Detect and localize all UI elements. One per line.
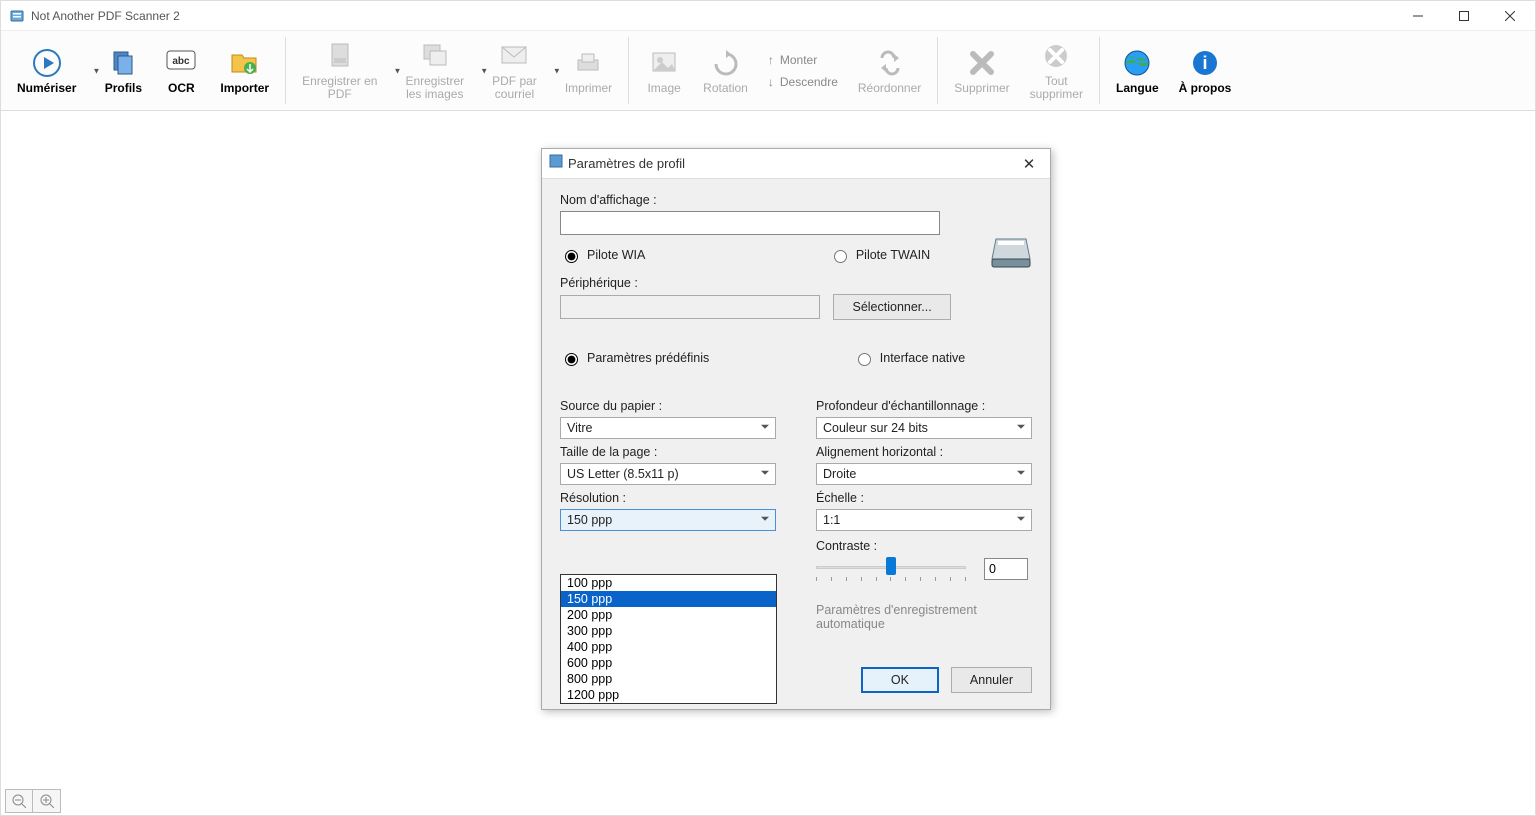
about-button[interactable]: i À propos — [1169, 43, 1242, 99]
paper-source-combo[interactable]: Vitre — [560, 417, 776, 439]
pdf-email-button[interactable]: PDF par courriel ▼ — [482, 36, 555, 105]
move-down-button[interactable]: ↓Descendre — [768, 75, 838, 89]
pdf-icon — [324, 40, 356, 72]
arrow-down-icon: ↓ — [768, 75, 774, 89]
resolution-option[interactable]: 800 ppp — [561, 671, 776, 687]
window-controls — [1395, 2, 1533, 30]
zoom-out-button[interactable] — [5, 789, 33, 813]
globe-icon — [1121, 47, 1153, 79]
page-size-label: Taille de la page : — [560, 445, 776, 459]
profiles-icon — [107, 47, 139, 79]
maximize-button[interactable] — [1441, 2, 1487, 30]
rotate-button[interactable]: Rotation — [693, 43, 758, 99]
dialog-title: Paramètres de profil — [568, 156, 1014, 171]
rotate-icon — [710, 47, 742, 79]
app-icon — [9, 8, 25, 24]
reorder-icon — [874, 47, 906, 79]
save-pdf-button[interactable]: Enregistrer en PDF ▼ — [292, 36, 395, 105]
dialog-icon — [548, 153, 564, 174]
page-size-combo[interactable]: US Letter (8.5x11 p) — [560, 463, 776, 485]
resolution-option[interactable]: 300 ppp — [561, 623, 776, 639]
ocr-icon: abc — [165, 47, 197, 79]
profile-settings-dialog: Paramètres de profil ✕ Nom d'affichage :… — [541, 148, 1051, 710]
resolution-option[interactable]: 400 ppp — [561, 639, 776, 655]
halign-combo[interactable]: Droite — [816, 463, 1032, 485]
print-button[interactable]: Imprimer — [555, 43, 622, 99]
folder-import-icon — [229, 47, 261, 79]
app-window: Not Another PDF Scanner 2 Numériser ▼ Pr… — [0, 0, 1536, 816]
cancel-button[interactable]: Annuler — [951, 667, 1032, 693]
device-field — [560, 295, 820, 319]
resolution-option[interactable]: 100 ppp — [561, 575, 776, 591]
scale-label: Échelle : — [816, 491, 1032, 505]
window-title: Not Another PDF Scanner 2 — [31, 9, 1395, 23]
toolbar: Numériser ▼ Profils abc OCR Importer Enr… — [1, 31, 1535, 111]
halign-label: Alignement horizontal : — [816, 445, 1032, 459]
import-button[interactable]: Importer — [210, 43, 279, 99]
dialog-body: Nom d'affichage : Pilote WIA Pilote TWAI… — [542, 179, 1050, 709]
image-icon — [648, 47, 680, 79]
resolution-label: Résolution : — [560, 491, 776, 505]
resolution-option[interactable]: 150 ppp — [561, 591, 776, 607]
play-icon — [31, 47, 63, 79]
contrast-label: Contraste : — [816, 539, 1032, 553]
language-button[interactable]: Langue — [1106, 43, 1169, 99]
zoom-in-button[interactable] — [33, 789, 61, 813]
resolution-option[interactable]: 1200 ppp — [561, 687, 776, 703]
ocr-button[interactable]: abc OCR — [152, 43, 210, 99]
bit-depth-label: Profondeur d'échantillonnage : — [816, 399, 1032, 413]
contrast-slider[interactable] — [816, 557, 966, 581]
minimize-button[interactable] — [1395, 2, 1441, 30]
delete-icon — [966, 47, 998, 79]
move-group: ↑Monter ↓Descendre — [758, 49, 848, 93]
delete-button[interactable]: Supprimer — [944, 43, 1019, 99]
svg-text:i: i — [1202, 53, 1207, 73]
driver-wia-radio[interactable]: Pilote WIA — [560, 247, 645, 263]
native-interface-radio[interactable]: Interface native — [853, 350, 965, 366]
profiles-button[interactable]: Profils — [94, 43, 152, 99]
move-up-button[interactable]: ↑Monter — [768, 53, 817, 67]
device-label: Périphérique : — [560, 276, 1032, 290]
image-button[interactable]: Image — [635, 43, 693, 99]
reorder-button[interactable]: Réordonner — [848, 43, 931, 99]
paper-source-label: Source du papier : — [560, 399, 776, 413]
save-images-button[interactable]: Enregistrer les images ▼ — [395, 36, 482, 105]
printer-icon — [572, 47, 604, 79]
titlebar: Not Another PDF Scanner 2 — [1, 1, 1535, 31]
resolution-option[interactable]: 600 ppp — [561, 655, 776, 671]
close-button[interactable] — [1487, 2, 1533, 30]
info-icon: i — [1189, 47, 1221, 79]
select-device-button[interactable]: Sélectionner... — [833, 294, 950, 320]
bit-depth-combo[interactable]: Couleur sur 24 bits — [816, 417, 1032, 439]
dialog-titlebar: Paramètres de profil ✕ — [542, 149, 1050, 179]
scale-combo[interactable]: 1:1 — [816, 509, 1032, 531]
resolution-combo[interactable]: 150 ppp — [560, 509, 776, 531]
delete-all-button[interactable]: Tout supprimer — [1020, 36, 1093, 105]
contrast-value[interactable] — [984, 558, 1028, 580]
scanner-icon — [988, 229, 1034, 275]
scan-button[interactable]: Numériser ▼ — [7, 43, 94, 99]
arrow-up-icon: ↑ — [768, 53, 774, 67]
delete-all-icon — [1040, 40, 1072, 72]
autosave-link[interactable]: Paramètres d'enregistrement automatique — [816, 603, 977, 631]
images-icon — [419, 40, 451, 72]
svg-text:abc: abc — [173, 56, 191, 67]
ok-button[interactable]: OK — [861, 667, 939, 693]
resolution-option[interactable]: 200 ppp — [561, 607, 776, 623]
display-name-input[interactable] — [560, 211, 940, 235]
email-icon — [498, 40, 530, 72]
driver-twain-radio[interactable]: Pilote TWAIN — [829, 247, 930, 263]
display-name-label: Nom d'affichage : — [560, 193, 1032, 207]
resolution-dropdown-list[interactable]: 100 ppp150 ppp200 ppp300 ppp400 ppp600 p… — [560, 574, 777, 704]
dialog-close-button[interactable]: ✕ — [1014, 155, 1044, 173]
zoom-controls — [5, 789, 61, 813]
preset-params-radio[interactable]: Paramètres prédéfinis — [560, 350, 709, 366]
